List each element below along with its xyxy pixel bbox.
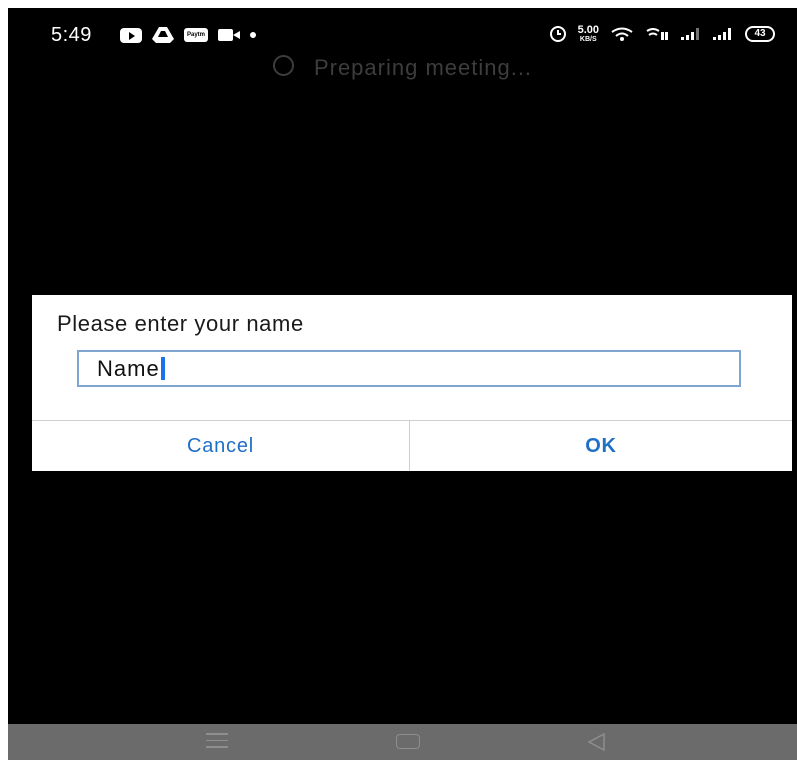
name-dialog: Please enter your name Name Cancel OK — [32, 295, 792, 471]
name-input-value[interactable]: Name — [97, 356, 160, 381]
home-icon[interactable] — [396, 734, 420, 749]
status-bar: 5:49 Paytm 5.00 KB/S 43 — [8, 8, 797, 58]
menu-icon[interactable] — [206, 733, 228, 749]
navigation-bar — [8, 724, 797, 760]
name-input-field[interactable]: Name — [77, 350, 741, 387]
loading-spinner-icon — [272, 55, 294, 76]
system-status-icons: 5.00 KB/S 43 — [549, 23, 775, 45]
network-speed-value: 5.00 — [577, 24, 599, 36]
ok-button[interactable]: OK — [410, 421, 792, 471]
back-icon[interactable] — [586, 732, 608, 752]
preparing-meeting-status: Preparing meeting... — [8, 55, 797, 81]
cancel-button[interactable]: Cancel — [32, 421, 409, 471]
video-camera-icon — [218, 29, 240, 41]
text-caret — [160, 357, 165, 380]
notification-icons: Paytm — [120, 26, 256, 44]
phone-screen: 5:49 Paytm 5.00 KB/S 43 Preparing meetin… — [8, 8, 797, 760]
volte-icon — [645, 27, 669, 41]
signal-icon — [713, 28, 733, 40]
signal-icon — [681, 28, 701, 40]
paytm-icon: Paytm — [184, 28, 208, 42]
network-speed: 5.00 KB/S — [577, 24, 599, 44]
status-time: 5:49 — [51, 24, 92, 46]
preparing-meeting-text: Preparing meeting... — [313, 55, 533, 80]
name-input[interactable]: Name — [97, 356, 165, 382]
dialog-title: Please enter your name — [57, 311, 304, 336]
alarm-icon — [549, 26, 566, 42]
wifi-icon — [611, 27, 633, 41]
battery-icon: 43 — [745, 26, 775, 42]
drive-icon — [152, 27, 174, 43]
network-speed-unit: KB/S — [579, 36, 597, 43]
youtube-icon — [120, 27, 142, 43]
notification-dot-icon — [250, 32, 256, 38]
